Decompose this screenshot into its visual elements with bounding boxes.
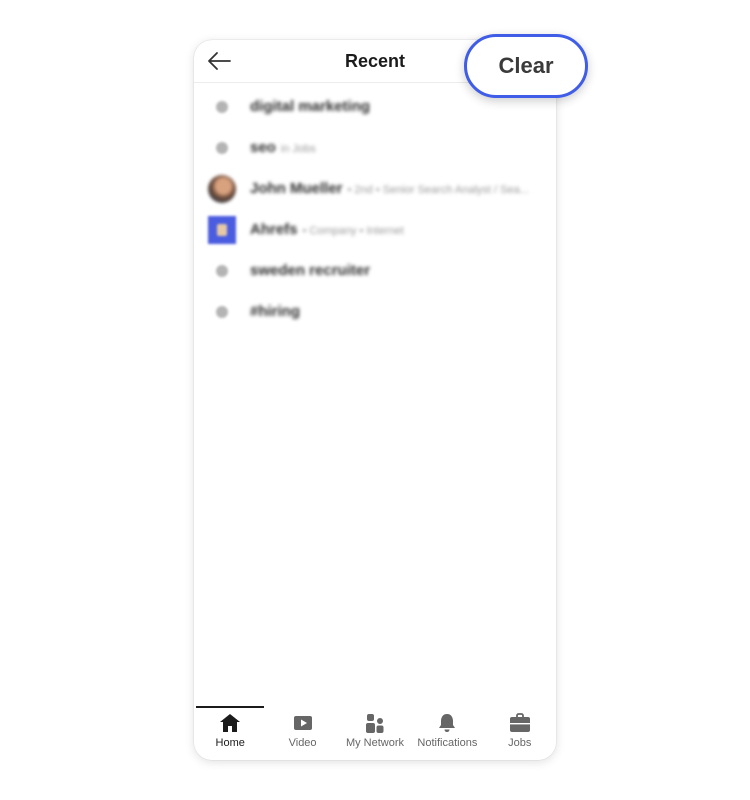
recent-item-ahrefs[interactable]: Ahrefs • Company • Internet [194,209,556,250]
phone-screen: Recent digital marketing seo in Jobs Joh… [194,40,556,760]
recent-item-subtitle: in Jobs [280,143,316,155]
tab-jobs[interactable]: Jobs [484,708,556,760]
recent-searches-list: digital marketing seo in Jobs John Muell… [194,86,556,332]
recent-item-title: sweden recruiter [250,262,371,279]
bottom-navigation-bar: Home Video My Network Notifications Jobs [194,706,556,760]
home-icon [220,714,241,732]
bell-icon [439,714,456,732]
recent-item-hiring[interactable]: #hiring [194,291,556,332]
tab-label: Home [215,737,245,749]
clear-button[interactable]: Clear [464,34,588,98]
recent-item-title: Ahrefs [250,221,298,238]
tab-label: Jobs [508,737,532,749]
recent-item-subtitle: • Company • Internet [302,225,404,237]
tab-video[interactable]: Video [266,708,338,760]
company-logo [208,215,236,244]
briefcase-icon [509,713,530,732]
recent-item-title: seo [250,139,276,156]
tab-label: Video [288,737,317,749]
recent-item-title: digital marketing [250,98,371,115]
avatar [208,174,236,203]
recent-item-title: #hiring [250,303,301,320]
tab-label: My Network [345,737,404,749]
people-icon [365,714,384,733]
clock-icon [216,141,228,154]
recent-item-seo[interactable]: seo in Jobs [194,127,556,168]
recent-item-subtitle: • 2nd • Senior Search Analyst / Sea... [347,184,529,196]
recent-item-sweden-recruiter[interactable]: sweden recruiter [194,250,556,291]
tab-home[interactable]: Home [194,706,266,760]
clock-icon [216,100,228,113]
tab-my-network[interactable]: My Network [339,708,411,760]
clock-icon [216,305,228,318]
clear-button-label: Clear [498,53,554,78]
tab-notifications[interactable]: Notifications [411,708,483,760]
video-icon [293,716,312,730]
tab-label: Notifications [417,737,478,749]
recent-item-title: John Mueller [250,180,343,197]
recent-item-john-mueller[interactable]: John Mueller • 2nd • Senior Search Analy… [194,168,556,209]
clock-icon [216,264,228,277]
